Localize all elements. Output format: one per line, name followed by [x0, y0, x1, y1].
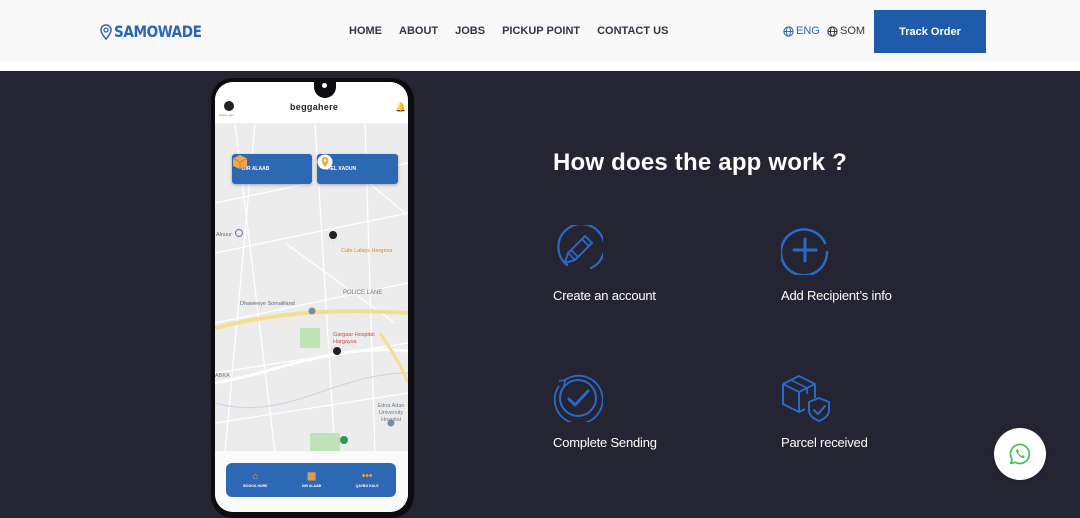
- map-label: Dhaweeye Somaliland: [240, 301, 295, 307]
- bottom-nav-more[interactable]: ••• QAYBO KALE: [355, 471, 379, 489]
- header-divider: [0, 62, 1080, 71]
- location-pin-icon: [317, 154, 333, 170]
- pencil-circle-icon: [557, 225, 603, 270]
- language-som-label: SOM: [840, 25, 866, 37]
- site-header: SAMOWADE HOME ABOUT JOBS PICKUP POINT CO…: [0, 0, 1080, 62]
- map-label: ABKA: [215, 373, 230, 379]
- map-label: Gargaar Hospital Hargaysa: [333, 332, 375, 345]
- nav-contact-us[interactable]: CONTACT US: [597, 25, 668, 37]
- track-order-button[interactable]: Track Order: [874, 10, 986, 53]
- map-label: Edna Adan University Hospital: [377, 403, 405, 423]
- step-label: Parcel received: [781, 435, 868, 450]
- app-bar: Guest user beggahere 🔔: [215, 82, 408, 123]
- step-create-account: Create an account: [553, 225, 753, 305]
- language-eng-label: ENG: [796, 25, 820, 37]
- avatar: [224, 101, 234, 111]
- map-label: POLICE LANE: [343, 290, 383, 296]
- map-label: Cafe Lalays Hargesa: [341, 248, 393, 254]
- send-parcel-button[interactable]: DIR ALAAB: [232, 154, 312, 184]
- box-icon: ▦: [306, 471, 317, 482]
- nav-home[interactable]: HOME: [349, 25, 382, 37]
- map-pin-icon: [100, 23, 112, 40]
- plus-circle-icon: [781, 228, 829, 275]
- step-parcel-received: Parcel received: [781, 372, 981, 452]
- step-complete-sending: Complete Sending: [553, 372, 753, 452]
- bottom-nav-home[interactable]: ⌂ BOGGA HORE: [243, 471, 268, 489]
- main-nav: HOME ABOUT JOBS PICKUP POINT CONTACT US: [349, 25, 668, 37]
- app-title: beggahere: [290, 102, 339, 112]
- nav-jobs[interactable]: JOBS: [455, 25, 485, 37]
- bottom-nav-parcel[interactable]: ▦ DIR ALAAB: [302, 471, 322, 489]
- globe-icon: [783, 25, 794, 37]
- language-som[interactable]: SOM: [827, 25, 865, 37]
- bottom-nav-parcel-label: DIR ALAAB: [302, 484, 322, 488]
- whatsapp-button[interactable]: [994, 428, 1046, 480]
- phone-screen: Guest user beggahere 🔔 Alnuur Cafe Lalay…: [215, 82, 408, 512]
- logo[interactable]: SAMOWADE: [100, 22, 217, 41]
- box-icon: [232, 155, 248, 169]
- bottom-nav-area: ⌂ BOGGA HORE ▦ DIR ALAAB ••• QAYBO KALE: [215, 451, 408, 512]
- bottom-nav-home-label: BOGGA HORE: [243, 484, 268, 488]
- receive-parcel-button[interactable]: HEL XADUN: [317, 154, 398, 184]
- parcel-shield-icon: [782, 375, 830, 422]
- step-label: Add Recipient’s info: [781, 288, 892, 303]
- nav-about[interactable]: ABOUT: [399, 25, 438, 37]
- step-label: Complete Sending: [553, 435, 657, 450]
- bell-icon: 🔔: [395, 102, 407, 112]
- app-bottom-nav: ⌂ BOGGA HORE ▦ DIR ALAAB ••• QAYBO KALE: [226, 463, 396, 497]
- section-title: How does the app work ?: [553, 149, 847, 176]
- bottom-nav-more-label: QAYBO KALE: [355, 484, 379, 488]
- map-view: Alnuur Cafe Lalays Hargesa POLICE LANE D…: [215, 123, 408, 453]
- language-eng[interactable]: ENG: [783, 25, 820, 37]
- globe-icon: [827, 25, 838, 37]
- check-clock-icon: [553, 374, 603, 422]
- avatar-label: Guest user: [219, 113, 234, 117]
- whatsapp-icon: [1009, 443, 1031, 465]
- step-label: Create an account: [553, 288, 656, 303]
- map-label: Alnuur: [216, 232, 232, 238]
- nav-pickup-point[interactable]: PICKUP POINT: [502, 25, 580, 37]
- more-icon: •••: [361, 471, 373, 482]
- home-icon: ⌂: [252, 471, 259, 482]
- logo-text: SAMOWADE: [114, 22, 202, 41]
- step-add-recipient: Add Recipient’s info: [781, 225, 981, 305]
- phone-mockup: Guest user beggahere 🔔 Alnuur Cafe Lalay…: [211, 78, 414, 518]
